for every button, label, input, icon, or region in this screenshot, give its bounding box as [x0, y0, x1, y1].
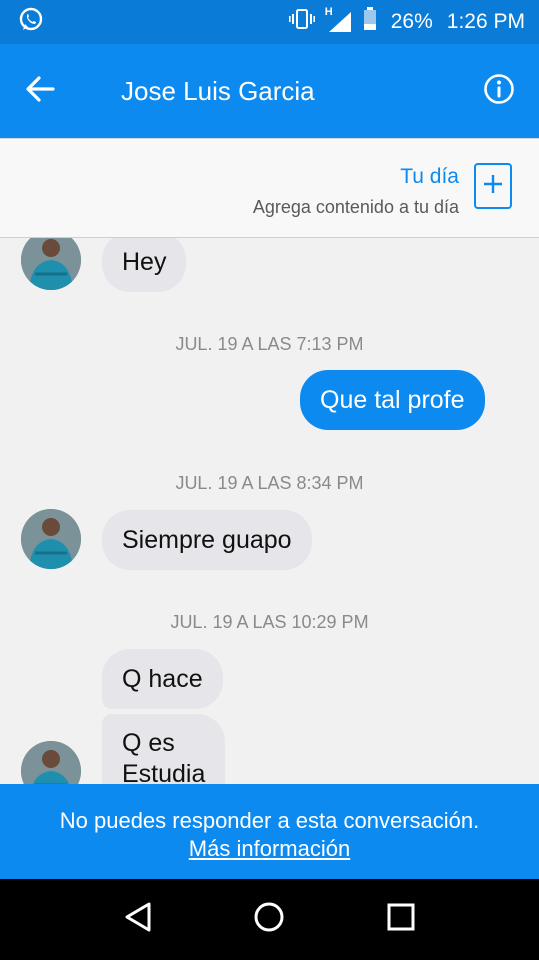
app-bar: Jose Luis Garcia: [0, 44, 539, 138]
conversation-title[interactable]: Jose Luis Garcia: [121, 76, 459, 107]
message-bubble-incoming[interactable]: Q es Estudia: [102, 714, 226, 784]
message-bubble-outgoing[interactable]: Que tal profe: [300, 370, 485, 430]
cannot-reply-text: No puedes responder a esta conversación.: [59, 808, 480, 833]
story-bar: Tu día Agrega contenido a tu día: [0, 138, 539, 238]
more-info-link[interactable]: Más información: [189, 836, 350, 861]
message-bubble-incoming[interactable]: Q hace: [102, 649, 223, 709]
cannot-reply-banner: No puedes responder a esta conversación.…: [0, 784, 539, 879]
message-timestamp: JUL. 19 A LAS 8:34 PM: [175, 473, 364, 493]
info-icon: [483, 73, 515, 110]
network-type: H: [324, 6, 333, 18]
add-story-button[interactable]: [474, 163, 512, 209]
message-line: Estudia: [122, 760, 206, 784]
home-nav-button[interactable]: [239, 890, 299, 950]
navigation-bar: [0, 879, 539, 960]
back-button[interactable]: [0, 44, 80, 138]
triangle-back-icon: [123, 901, 153, 938]
battery-icon: [363, 7, 377, 37]
message-bubble-incoming[interactable]: Siempre guapo: [102, 510, 312, 570]
circle-home-icon: [252, 900, 286, 939]
story-subtitle: Agrega contenido a tu día: [252, 197, 459, 217]
message-timestamp: JUL. 19 A LAS 10:29 PM: [170, 612, 369, 632]
vibrate-icon: [288, 8, 315, 36]
clock: 1:26 PM: [446, 10, 525, 33]
message-bubble-incoming[interactable]: Hey: [102, 238, 187, 292]
avatar[interactable]: [21, 509, 81, 569]
whatsapp-icon: [18, 7, 44, 38]
signal-icon: H: [325, 6, 353, 34]
status-bar: H 26% 1:26 PM: [0, 0, 539, 44]
message-line: Q es: [122, 729, 175, 757]
back-nav-button[interactable]: [108, 890, 168, 950]
square-recents-icon: [386, 902, 416, 937]
story-title[interactable]: Tu día: [400, 165, 459, 189]
message-timestamp: JUL. 19 A LAS 7:13 PM: [175, 334, 364, 354]
avatar[interactable]: [21, 741, 81, 784]
avatar[interactable]: [21, 238, 81, 290]
recents-nav-button[interactable]: [371, 890, 431, 950]
info-button[interactable]: [459, 44, 539, 138]
back-arrow-icon: [25, 75, 55, 108]
battery-percent: 26%: [390, 10, 433, 33]
plus-icon: [482, 173, 504, 200]
message-thread[interactable]: Hey JUL. 19 A LAS 7:13 PM Que tal profe …: [0, 238, 539, 784]
